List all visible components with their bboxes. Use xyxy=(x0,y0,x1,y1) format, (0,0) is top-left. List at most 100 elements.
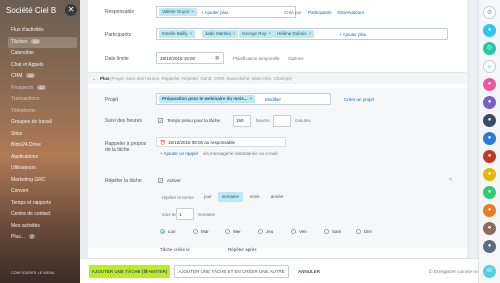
time-tracking-checkbox[interactable]: ✓ xyxy=(158,118,163,123)
sidebar-item[interactable]: CRM 99 xyxy=(11,71,77,83)
left-sidebar: Société Ciel B ✕ Flux d'activités Tâches 1… xyxy=(0,0,80,283)
planned-time-label: Temps prévu pour la tâche xyxy=(167,118,221,123)
settings-icon[interactable]: ⚙ xyxy=(483,6,496,19)
responsible-label: Responsable xyxy=(105,9,135,15)
sidebar-item[interactable]: Prospects 42 xyxy=(11,83,77,95)
add-task-button[interactable]: AJOUTER UNE TÂCHE (⌘+ENTER) xyxy=(89,265,170,278)
weekday-radio[interactable] xyxy=(324,229,329,234)
avatar[interactable]: ● xyxy=(483,186,496,199)
period-option[interactable]: année xyxy=(266,192,288,202)
add-reminder-link[interactable]: + Ajouter un rappel xyxy=(160,151,198,156)
sidebar-item[interactable]: Utilisateurs xyxy=(11,163,77,175)
sidebar-item[interactable]: Convert xyxy=(11,186,77,198)
plus-summary: (Projet, Suivi des heures, Rappeler, Rép… xyxy=(110,76,292,81)
open-lines-icon[interactable]: ◎ xyxy=(483,42,496,55)
participants-link[interactable]: Participants xyxy=(308,10,332,15)
time-tracking-label: Suivi des heures xyxy=(105,118,142,124)
sidebar-item[interactable]: Temps et rapports xyxy=(11,198,77,210)
minutes-input[interactable] xyxy=(273,115,291,127)
avatar[interactable]: ● xyxy=(483,204,496,217)
configure-menu-link[interactable]: CONFIGURER LE MENU xyxy=(11,271,55,275)
avatar[interactable]: ● xyxy=(483,150,496,163)
repeat-checkbox[interactable]: ✓ xyxy=(158,178,163,183)
plus-section-body xyxy=(88,88,467,248)
sidebar-item[interactable]: Tâches 19 xyxy=(8,36,77,48)
weekday-radio[interactable] xyxy=(225,229,230,234)
counter-badge: 99 xyxy=(26,73,35,79)
right-sidebar: ⚙ ● ◎ ⌕ ● ● ● ● ● ● ● ● ● ● ☏ xyxy=(478,0,500,283)
participant-name: Estelle Bailly xyxy=(162,31,188,36)
weekday-label: Dim xyxy=(364,229,372,234)
participants-add-more-link[interactable]: + Ajouter plus xyxy=(339,32,366,37)
sidebar-item[interactable]: Bitrix24.Drive xyxy=(11,140,77,152)
interval-value: 1 xyxy=(179,212,182,217)
options-link[interactable]: Options xyxy=(288,56,304,61)
weekday-radio[interactable] xyxy=(291,229,296,234)
close-icon[interactable]: ✕ xyxy=(65,4,77,16)
sidebar-item[interactable]: Chat et Appels xyxy=(11,60,77,72)
scrollbar[interactable] xyxy=(470,0,476,283)
counter-badge: 42 xyxy=(37,84,46,90)
weekday-radio[interactable] xyxy=(193,229,198,234)
search-icon[interactable]: ⌕ xyxy=(483,60,496,73)
phone-icon[interactable]: ☏ xyxy=(483,265,496,278)
period-option[interactable]: jour xyxy=(198,192,218,202)
avatar[interactable]: ● xyxy=(483,222,496,235)
avatar[interactable]: ● xyxy=(483,114,496,127)
cancel-button[interactable]: ANNULER xyxy=(298,265,320,278)
period-option[interactable]: semaine xyxy=(218,192,243,202)
chevron-down-icon: ⌄ xyxy=(92,76,96,81)
sidebar-item[interactable]: Flux d'activités xyxy=(11,25,77,37)
notifications-icon[interactable]: ● xyxy=(483,24,496,37)
observers-link[interactable]: Observateurs xyxy=(337,10,364,15)
sidebar-item-label: Marketing GRC xyxy=(11,176,46,183)
counter-badge: 7 xyxy=(28,234,36,240)
avatar[interactable]: ● xyxy=(483,132,496,145)
remove-participant-icon[interactable]: × xyxy=(268,31,271,36)
sidebar-item[interactable]: Mes activités xyxy=(11,221,77,233)
remove-participant-icon[interactable]: × xyxy=(190,31,193,36)
bottom-action-bar: AJOUTER UNE TÂCHE (⌘+ENTER) AJOUTER UNE … xyxy=(80,258,500,283)
add-and-create-another-button[interactable]: AJOUTER UNE TÂCHE ET EN CRÉER UNE AUTRE xyxy=(174,265,289,278)
participant-name: George Roy xyxy=(242,31,267,36)
sidebar-item[interactable]: Transactions xyxy=(11,94,77,106)
time-planning-link[interactable]: Planification temporelle xyxy=(233,56,280,61)
task-form: Responsable Valérie Guyot × + Ajouter plu… xyxy=(88,0,467,283)
weekday-label: Sam xyxy=(332,229,342,234)
deadline-label: Date limite xyxy=(105,56,129,62)
avatar[interactable]: ● xyxy=(483,96,496,109)
weekday-radio[interactable] xyxy=(160,229,165,234)
responsible-add-more-link[interactable]: + Ajouter plus xyxy=(201,10,228,15)
task-created-label: Tâche créée le xyxy=(160,247,190,252)
modify-project-link[interactable]: Modifier xyxy=(265,97,281,102)
edit-icon[interactable]: ✎ xyxy=(449,177,453,183)
avatar[interactable]: ● xyxy=(483,78,496,91)
create-project-link[interactable]: Créer un projet xyxy=(344,97,374,102)
sidebar-item[interactable]: Téléphonie xyxy=(11,106,77,118)
weekday-label: Jeu xyxy=(266,229,274,234)
created-by-link[interactable]: Créé par xyxy=(284,10,302,15)
weekday-radio[interactable] xyxy=(356,229,361,234)
hours-value: 150 xyxy=(236,118,244,123)
plus-section-header[interactable]: ⌄ Plus (Projet, Suivi des heures, Rappel… xyxy=(88,72,467,84)
sidebar-item[interactable]: Calendrier xyxy=(11,48,77,60)
weekday-radio[interactable] xyxy=(258,229,263,234)
sidebar-item[interactable]: Applications xyxy=(11,152,77,164)
period-option[interactable]: mois xyxy=(243,192,266,202)
sidebar-item-label: Téléphonie xyxy=(11,107,36,114)
alarm-icon: ⏰ xyxy=(160,140,166,145)
sidebar-item[interactable]: Groupes de travail xyxy=(11,117,77,129)
sidebar-item[interactable]: Marketing GRC xyxy=(11,175,77,187)
calendar-icon[interactable]: ▦ xyxy=(215,55,219,61)
sidebar-item[interactable]: Plus... 7 xyxy=(11,232,77,244)
participant-chip: Jade Martins × xyxy=(202,30,239,38)
sidebar-item-label: Mes activités xyxy=(11,222,40,229)
deadline-value: 29/10/2018 19:00 xyxy=(160,56,196,61)
avatar[interactable]: ● xyxy=(483,168,496,181)
sidebar-item[interactable]: Centre de contact xyxy=(11,209,77,221)
avatar[interactable]: ● xyxy=(483,240,496,253)
company-name[interactable]: Société Ciel B xyxy=(6,6,68,15)
remove-participant-icon[interactable]: × xyxy=(233,31,236,36)
remove-participant-icon[interactable]: × xyxy=(309,31,312,36)
sidebar-item[interactable]: Sites xyxy=(11,129,77,141)
